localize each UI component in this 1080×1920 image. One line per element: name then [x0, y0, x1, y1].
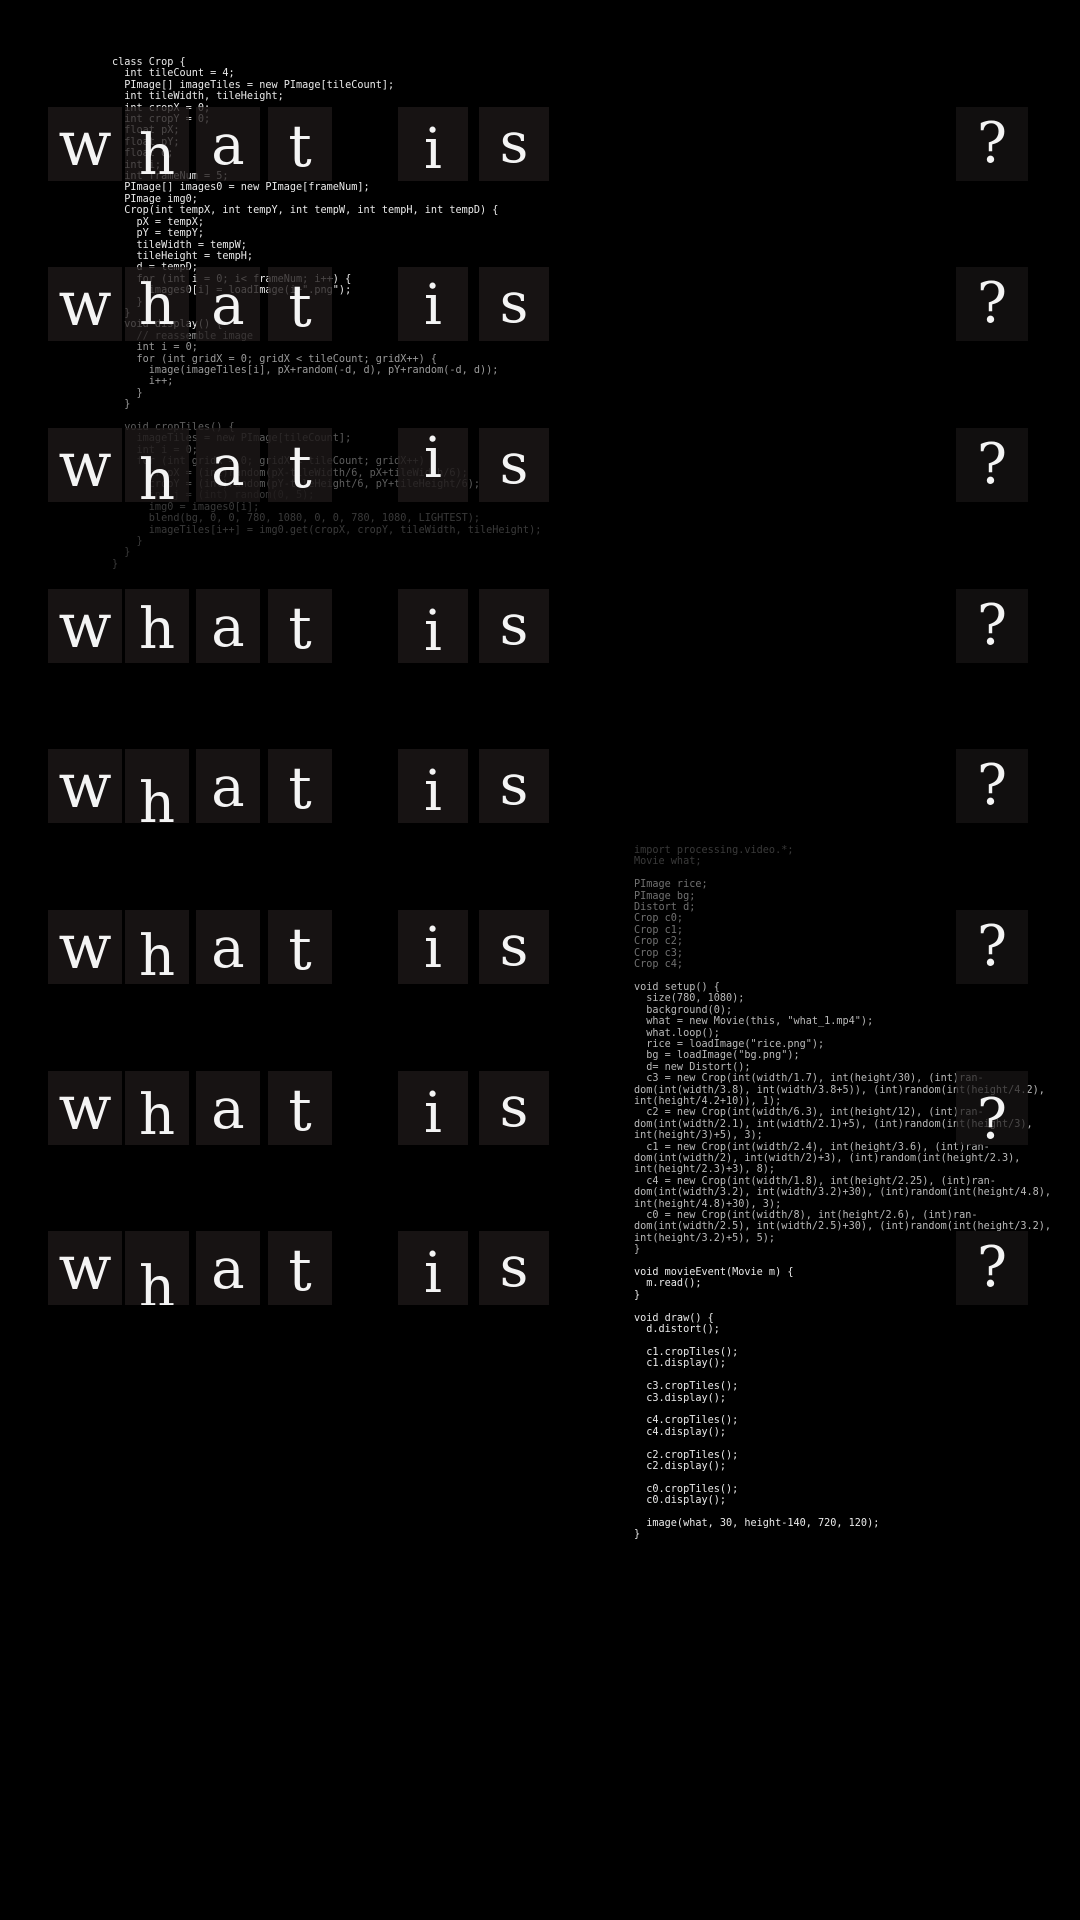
- letter-tile-t: t: [268, 749, 332, 823]
- phrase-row: w h a t i s ?: [0, 107, 1080, 181]
- phrase-row: w h a t i s ?: [0, 267, 1080, 341]
- letter-tile-a: a: [196, 107, 260, 181]
- letter-tile-t: t: [268, 589, 332, 663]
- phrase-row: w h a t i s ?: [0, 749, 1080, 823]
- letter-tile-h: h: [125, 1231, 189, 1305]
- letter-tile-s: s: [479, 749, 549, 823]
- letter-tile-i: i: [398, 589, 468, 663]
- letter-tile-w: w: [48, 1071, 122, 1145]
- letter-tile-w: w: [48, 749, 122, 823]
- letter-tile-a: a: [196, 589, 260, 663]
- phrase-row: w h a t i s ?: [0, 1071, 1080, 1145]
- letter-tile-h: h: [125, 267, 189, 341]
- letter-tile-w: w: [48, 910, 122, 984]
- phrase-row: w h a t i s ?: [0, 910, 1080, 984]
- letter-tile-a: a: [196, 1071, 260, 1145]
- letter-tile-i: i: [398, 749, 468, 823]
- letter-tile-s: s: [479, 267, 549, 341]
- letter-tile-t: t: [268, 428, 332, 502]
- letter-tile-w: w: [48, 1231, 122, 1305]
- letter-tile-t: t: [268, 1071, 332, 1145]
- letter-tile-t: t: [268, 1231, 332, 1305]
- phrase-row: w h a t i s ?: [0, 428, 1080, 502]
- letter-tile-h: h: [125, 1071, 189, 1145]
- letter-tile-t: t: [268, 107, 332, 181]
- letter-tile-i: i: [398, 107, 468, 181]
- question-mark-tile: ?: [956, 749, 1028, 823]
- letter-tile-a: a: [196, 910, 260, 984]
- letter-tile-h: h: [125, 107, 189, 181]
- question-mark-tile: ?: [956, 1071, 1028, 1145]
- letter-tile-s: s: [479, 1071, 549, 1145]
- question-mark-tile: ?: [956, 589, 1028, 663]
- phrase-row: w h a t i s ?: [0, 589, 1080, 663]
- question-mark-tile: ?: [956, 1231, 1028, 1305]
- letter-tile-i: i: [398, 428, 468, 502]
- phrase-row: w h a t i s ?: [0, 1231, 1080, 1305]
- letter-tile-s: s: [479, 910, 549, 984]
- letter-tile-h: h: [125, 589, 189, 663]
- letter-tile-s: s: [479, 428, 549, 502]
- letter-tile-t: t: [268, 267, 332, 341]
- letter-tile-h: h: [125, 749, 189, 823]
- letter-tile-s: s: [479, 1231, 549, 1305]
- what-is-rows: w h a t i s ? w h a t i s ? w h a t i s …: [0, 0, 1080, 1920]
- question-mark-tile: ?: [956, 428, 1028, 502]
- letter-tile-w: w: [48, 428, 122, 502]
- question-mark-tile: ?: [956, 267, 1028, 341]
- letter-tile-s: s: [479, 107, 549, 181]
- letter-tile-t: t: [268, 910, 332, 984]
- letter-tile-w: w: [48, 107, 122, 181]
- question-mark-tile: ?: [956, 107, 1028, 181]
- letter-tile-s: s: [479, 589, 549, 663]
- letter-tile-w: w: [48, 589, 122, 663]
- letter-tile-i: i: [398, 1071, 468, 1145]
- letter-tile-h: h: [125, 910, 189, 984]
- letter-tile-a: a: [196, 1231, 260, 1305]
- letter-tile-w: w: [48, 267, 122, 341]
- letter-tile-h: h: [125, 428, 189, 502]
- letter-tile-i: i: [398, 1231, 468, 1305]
- letter-tile-a: a: [196, 749, 260, 823]
- question-mark-tile: ?: [956, 910, 1028, 984]
- letter-tile-a: a: [196, 267, 260, 341]
- letter-tile-a: a: [196, 428, 260, 502]
- letter-tile-i: i: [398, 910, 468, 984]
- letter-tile-i: i: [398, 267, 468, 341]
